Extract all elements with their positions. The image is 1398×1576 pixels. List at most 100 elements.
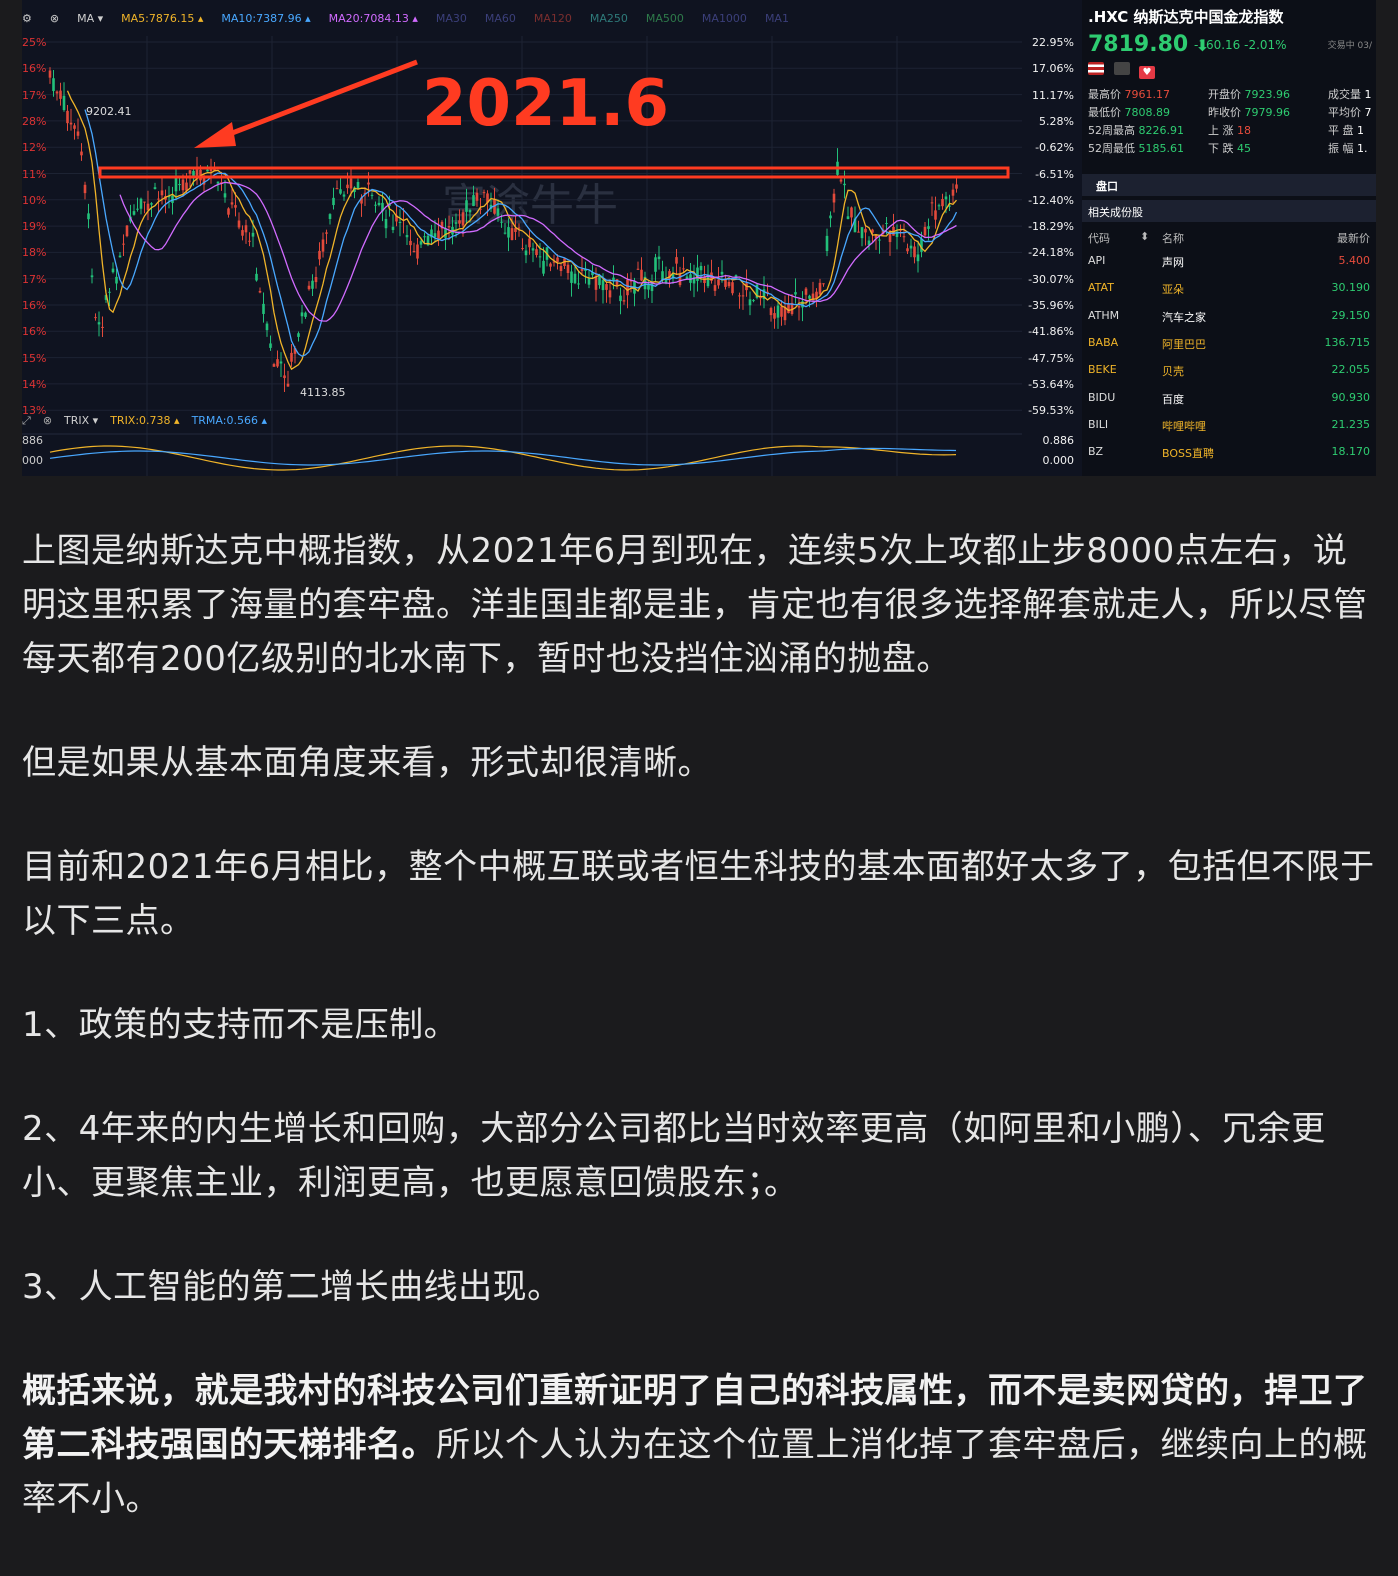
col-code[interactable]: 代码 [1088,230,1110,246]
candle-body [839,179,843,182]
expand-icon[interactable]: ⤢ [22,414,31,427]
col-price[interactable]: 最新价 [1337,230,1370,246]
sort-icon[interactable]: ⬍ [1140,230,1149,243]
ma-item[interactable]: MA10:7387.96 ▴ [221,12,310,25]
candle-body [374,204,377,206]
candle-body [412,251,416,253]
candle-body [951,189,955,196]
candle-body [531,248,535,251]
stock-price: 5.400 [1338,254,1371,267]
stock-name: 哔哩哔哩 [1162,419,1206,433]
ma-item[interactable]: MA250 [590,12,628,25]
stock-name: 百度 [1162,392,1184,406]
axis-tick-label: 18% [22,246,47,260]
candle-body [143,201,146,203]
candle-body [311,280,314,289]
candle-body [902,236,906,238]
candle-body [468,210,472,213]
ma-item[interactable]: MA60 [485,12,516,25]
candle-body [647,284,650,290]
list-item[interactable]: API 声网 5.400 [1082,248,1376,275]
ma-item[interactable]: MA1000 [702,12,747,25]
candle-body [885,223,888,225]
candle-body [955,184,958,189]
candle-body [346,184,349,189]
candle-body [244,225,248,233]
close-icon[interactable]: ⊗ [50,12,59,25]
candle-body [465,200,468,212]
stock-code: BILI [1088,417,1109,431]
candle-body [909,245,913,249]
trix-item[interactable]: TRMA:0.566 ▴ [192,414,267,427]
trma-line [49,447,957,466]
candle-body [101,326,104,328]
candle-body [83,184,87,194]
ma-item[interactable]: MA5:7876.15 ▴ [121,12,203,25]
candle-body [657,256,661,260]
candle-body [685,276,689,279]
trix-tick-label: 0.000 [1042,454,1075,467]
candle-body [622,300,626,302]
candle-body [878,239,881,241]
candle-body [461,212,465,226]
candle-body [776,305,780,318]
trix-item[interactable]: TRIX:0.738 ▴ [110,414,179,427]
candle-body [76,131,80,136]
ma-item[interactable]: MA30 [436,12,467,25]
ma-item[interactable]: MA500 [646,12,684,25]
candle-body [678,273,682,286]
tab-orderbook[interactable]: 盘口 [1082,174,1376,196]
trading-status: 交易中 03/ [1327,41,1372,51]
candle-body [832,193,836,203]
list-item[interactable]: BZ BOSS直聘 18.170 [1082,439,1376,466]
candle-body [850,207,853,218]
trix-item[interactable]: TRIX ▾ [64,414,98,427]
candle-body [605,284,608,290]
candle-body [808,295,811,299]
candle-body [377,202,381,206]
candle-body [297,333,300,337]
candle-body [475,192,479,201]
ma-item[interactable]: MA ▾ [77,12,103,25]
ma-item[interactable]: MA120 [534,12,572,25]
candle-body [608,290,612,298]
candle-body [59,90,62,99]
candle-body [125,225,129,237]
candle-body [580,269,584,271]
list-item[interactable]: ATAT 亚朵 30.190 [1082,275,1376,302]
candle-body [391,226,395,230]
candle-body [87,213,90,220]
col-name[interactable]: 名称 [1162,230,1184,246]
candle-body [521,248,524,250]
list-item[interactable]: BIDU 百度 90.930 [1082,385,1376,412]
paragraph: 目前和2021年6月相比，整个中概互联或者恒生科技的基本面都好太多了，包括但不限… [22,847,1375,941]
candle-body [717,279,720,286]
screenshot-image: 富途牛牛 2021.6 9202.41 4113.85 ⚙ ⊗ MA ▾ MA5:7876… [22,0,1376,476]
list-icon[interactable] [1113,62,1130,75]
candle-body [108,291,111,293]
favorite-heart-icon[interactable]: ♥ [1139,66,1155,79]
candle-body [769,308,773,316]
ma-item[interactable]: MA1 [765,12,789,25]
candle-body [626,279,629,296]
candle-body [48,70,52,78]
list-item[interactable]: BABA 阿里巴巴 136.715 [1082,330,1376,357]
candle-body [727,282,731,287]
candle-body [566,264,570,274]
close-icon[interactable]: ⊗ [43,414,52,427]
candle-body [720,271,724,275]
axis-tick-label: 15% [22,351,47,365]
gear-icon[interactable]: ⚙ [22,12,32,25]
axis-tick-label: -24.18% [1028,246,1074,260]
list-item[interactable]: ATHM 汽车之家 29.150 [1082,303,1376,330]
list-item[interactable]: BILI 哔哩哔哩 21.235 [1082,412,1376,439]
candle-body [230,202,234,205]
annotation-arrowhead [194,122,236,148]
list-item[interactable]: BEKE 贝壳 22.055 [1082,357,1376,384]
stat-item: 开盘价 7923.96 [1208,88,1290,101]
ma-item[interactable]: MA20:7084.13 ▴ [329,12,418,25]
candle-body [255,273,258,281]
stock-price: 22.055 [1331,363,1371,377]
candle-body [916,254,920,262]
axis-tick-label: 5.28% [1039,114,1074,128]
